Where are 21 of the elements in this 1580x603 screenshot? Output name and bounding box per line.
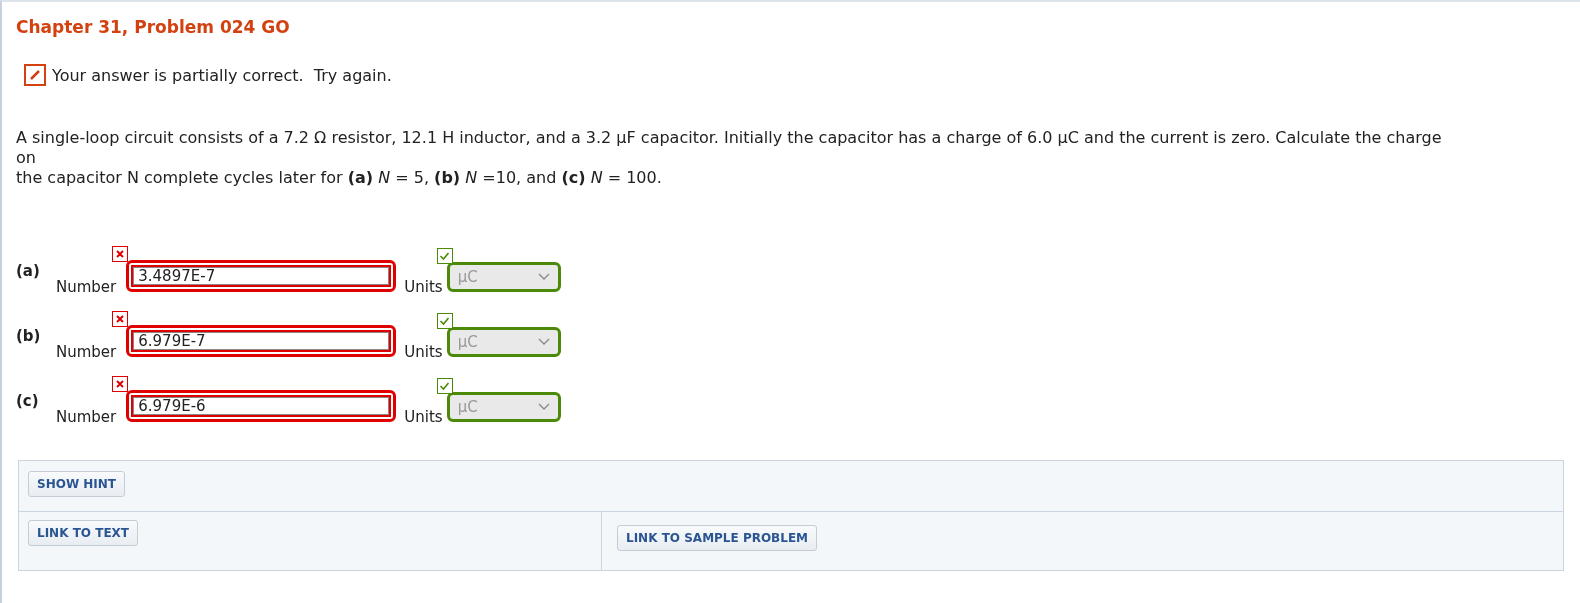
sample-problem-button[interactable]: LINK TO SAMPLE PROBLEM	[617, 525, 818, 551]
number-label: Number	[56, 343, 117, 361]
part-label: (c)	[16, 392, 40, 410]
problem-text: the capacitor N complete cycles later for (a) N = 5, (b) N =10, and (c) N = 100.	[16, 168, 663, 188]
number-field[interactable]: 6.979E-7	[126, 325, 397, 357]
units-label: Units	[404, 343, 443, 361]
number-field[interactable]: 6.979E-6	[126, 390, 397, 422]
units-label: Units	[404, 278, 443, 296]
chevron-down-icon	[537, 403, 550, 411]
status-message: Your answer is partially correct. Try again.	[52, 65, 392, 85]
number-label: Number	[56, 408, 117, 426]
chevron-down-icon	[537, 273, 550, 281]
problem-title: Chapter 31, Problem 024 GO	[16, 16, 291, 38]
link-to-text-button[interactable]: LINK TO TEXT	[28, 520, 138, 546]
units-label: Units	[404, 408, 443, 426]
number-label: Number	[56, 278, 117, 296]
show-hint-button[interactable]: SHOW HINT	[28, 471, 126, 497]
part-label: (b)	[16, 327, 42, 345]
chevron-down-icon	[537, 338, 550, 346]
number-field[interactable]: 3.4897E-7	[126, 260, 397, 292]
part-label: (a)	[16, 262, 41, 280]
